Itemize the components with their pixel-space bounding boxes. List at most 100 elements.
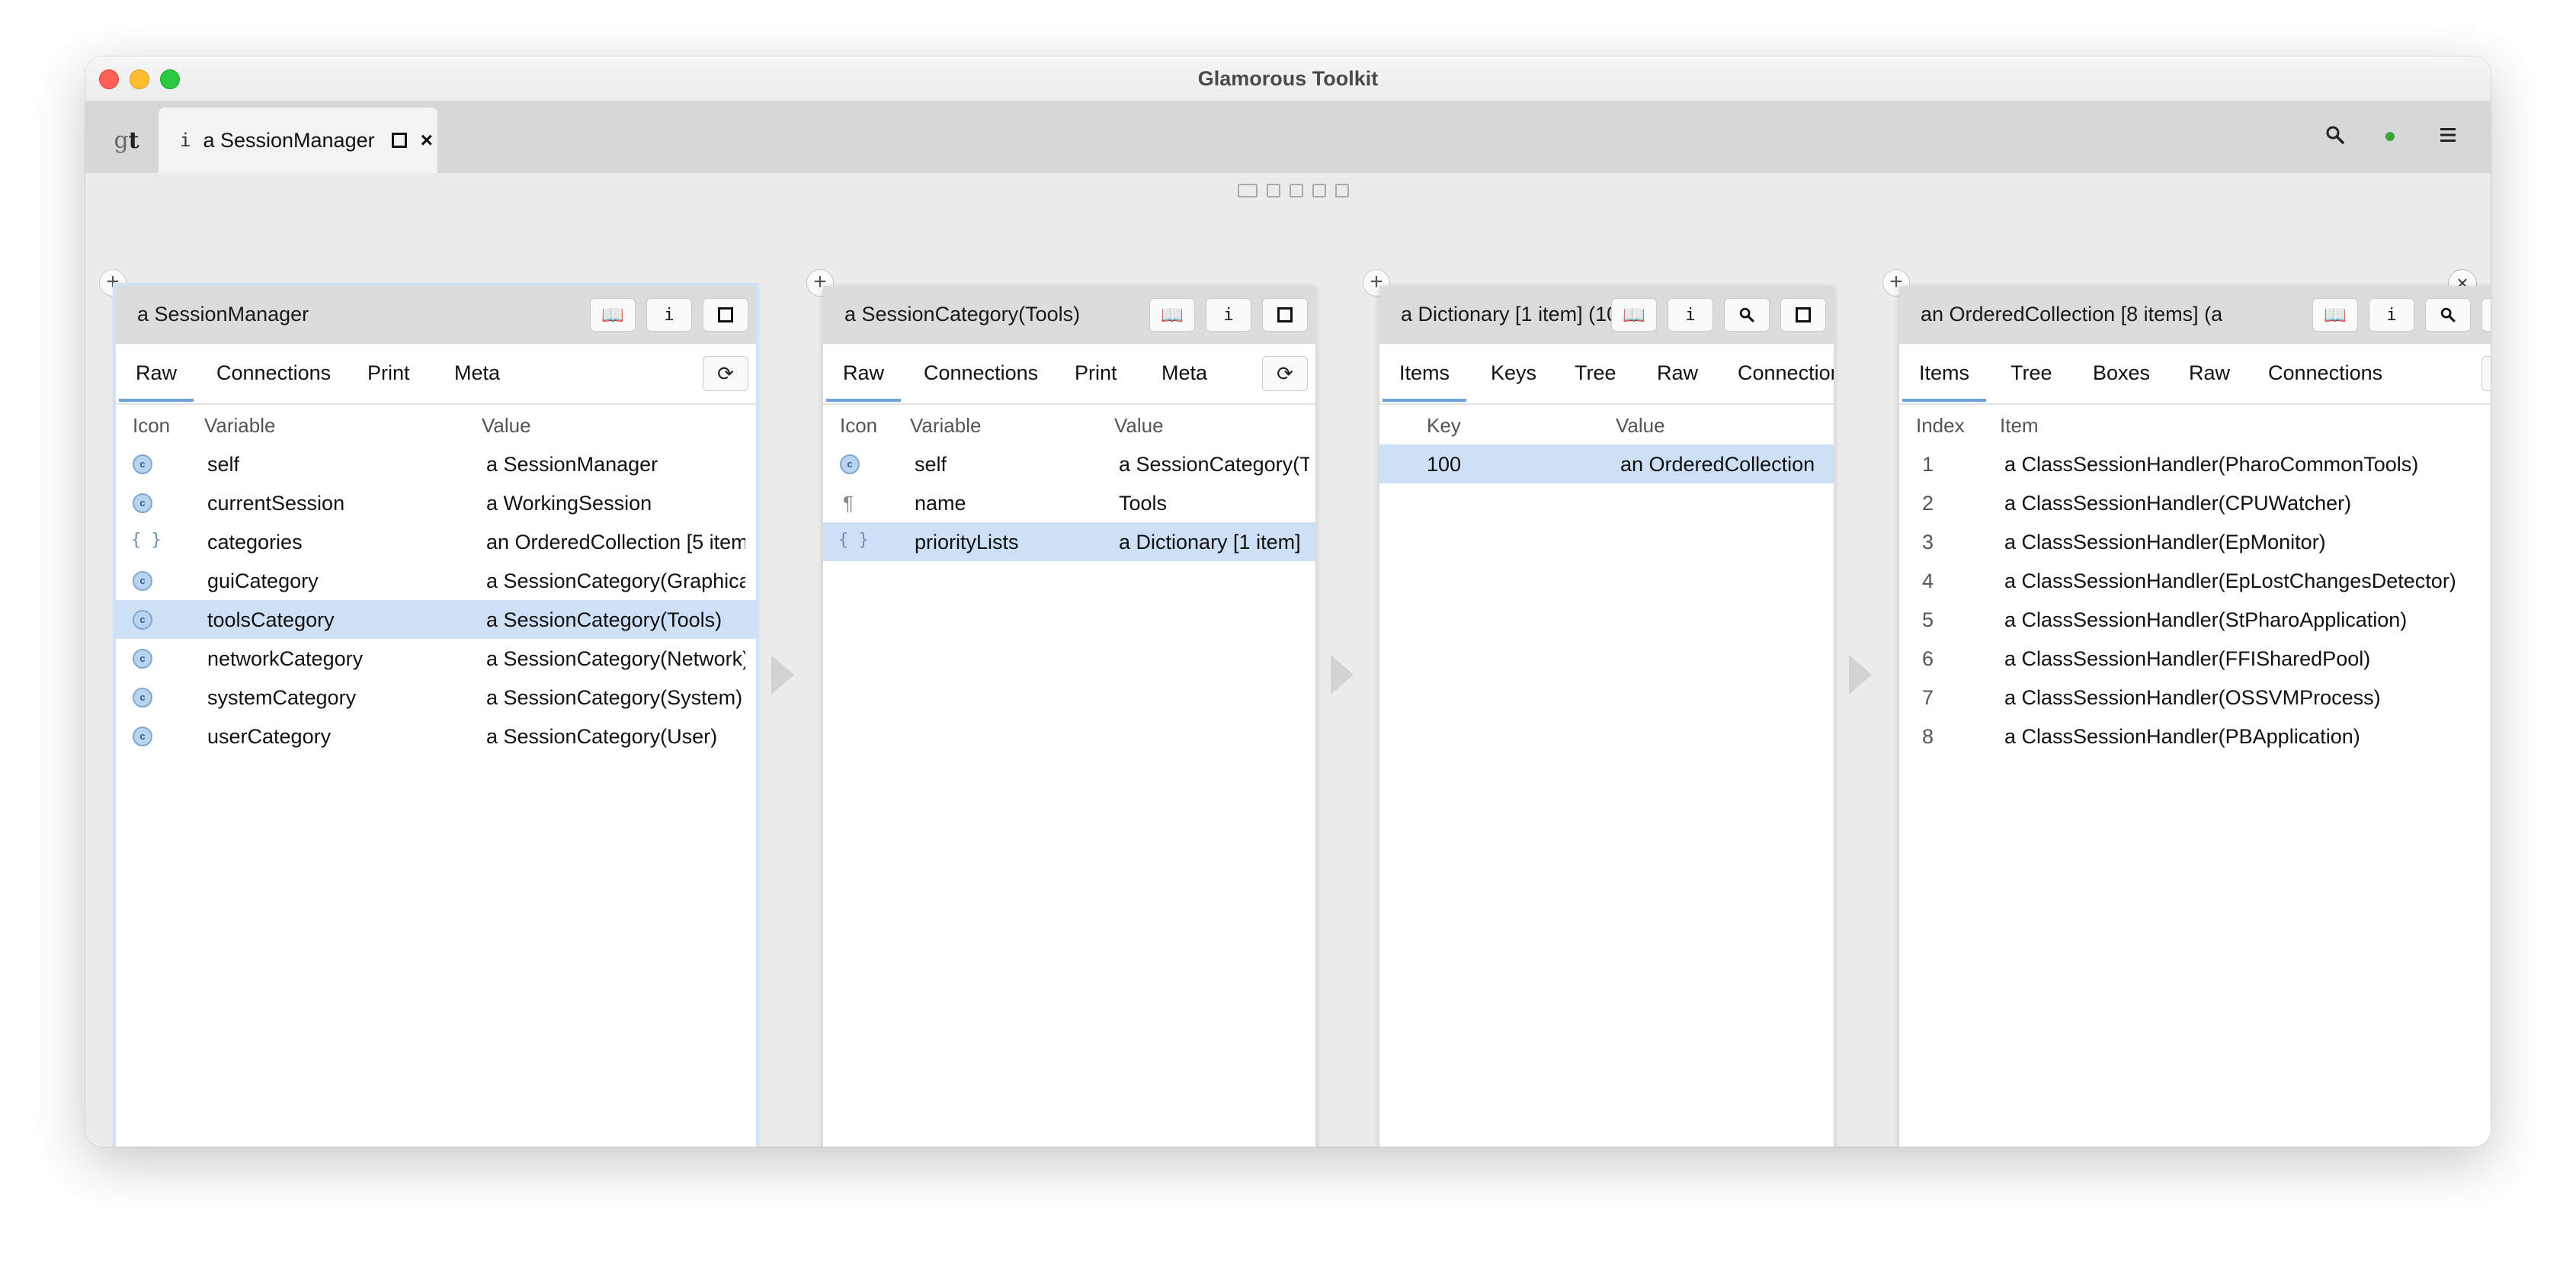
maximize-tab-icon[interactable] <box>391 133 407 148</box>
tab-raw[interactable]: Raw <box>825 344 902 402</box>
tab-raw[interactable]: Raw <box>1657 344 1698 402</box>
tab-tree[interactable]: Tree <box>2010 344 2052 402</box>
table-row[interactable]: 6 a ClassSessionHandler(FFISharedPool) <box>1899 639 2491 678</box>
table-row[interactable]: c currentSession a WorkingSession <box>116 483 756 522</box>
maximize-icon[interactable] <box>1780 298 1826 332</box>
column-headers: Key Value <box>1379 408 1834 441</box>
tab-raw[interactable]: Raw <box>2189 344 2230 402</box>
table-row[interactable]: 3 a ClassSessionHandler(EpMonitor) <box>1899 522 2491 561</box>
pager-page[interactable] <box>1267 184 1280 197</box>
refresh-icon[interactable]: ⟳ <box>1262 356 1308 391</box>
variable-name: name <box>915 492 966 515</box>
table-row[interactable]: c guiCategory a SessionCategory(Graphical <box>116 561 756 600</box>
tab-connections[interactable]: Connections <box>924 344 1038 402</box>
class-icon: c <box>133 688 152 708</box>
table-row-selected[interactable]: { } priorityLists a Dictionary [1 item] <box>823 522 1315 561</box>
refresh-icon[interactable]: ⟳ <box>2481 356 2491 391</box>
table-row[interactable]: 2 a ClassSessionHandler(CPUWatcher) <box>1899 483 2491 522</box>
table-row[interactable]: 4 a ClassSessionHandler(EpLostChangesDete… <box>1899 561 2491 600</box>
table-row[interactable]: 1 a ClassSessionHandler(PharoCommonTools) <box>1899 444 2491 483</box>
info-icon[interactable]: i <box>646 298 692 332</box>
variable-name: guiCategory <box>207 570 319 592</box>
table-row-selected[interactable]: 100 an OrderedCollection <box>1379 444 1834 483</box>
item-index: 3 <box>1922 531 1934 553</box>
table-row-selected[interactable]: c toolsCategory a SessionCategory(Tools) <box>116 600 756 639</box>
table-row[interactable]: c userCategory a SessionCategory(User) <box>116 717 756 756</box>
column-headers: Icon Variable Value <box>116 408 756 441</box>
tab-connections[interactable]: Connections <box>216 344 331 402</box>
tab-raw[interactable]: Raw <box>118 344 194 402</box>
maximize-icon[interactable] <box>703 298 748 332</box>
item-index: 6 <box>1922 647 1934 670</box>
maximize-icon[interactable] <box>2481 298 2491 332</box>
book-icon[interactable]: 📖 <box>2312 298 2358 332</box>
info-icon[interactable]: i <box>2369 298 2414 332</box>
tab-keys[interactable]: Keys <box>1491 344 1536 402</box>
column-variable: Variable <box>910 414 982 437</box>
collection-icon: { } <box>131 531 162 550</box>
item-value: an OrderedCollection <box>1620 453 1815 476</box>
book-icon[interactable]: 📖 <box>1149 298 1195 332</box>
gt-home-tab[interactable]: gt <box>98 107 155 173</box>
tab-meta[interactable]: Meta <box>454 344 500 402</box>
tab-session-manager[interactable]: i a SessionManager × <box>159 107 437 173</box>
tab-connections[interactable]: Connection <box>1738 344 1834 402</box>
search-icon[interactable] <box>2425 298 2471 332</box>
gt-logo-t: t <box>128 127 139 154</box>
title-bar: Glamorous Toolkit <box>85 56 2491 101</box>
table-row[interactable]: c systemCategory a SessionCategory(System) <box>116 678 756 717</box>
pane-pager[interactable] <box>1238 184 1349 197</box>
pane-arrow-icon <box>1331 655 1354 695</box>
table-row[interactable]: { } categories an OrderedCollection [5 ite… <box>116 522 756 561</box>
refresh-icon[interactable]: ⟳ <box>703 356 748 391</box>
menu-icon[interactable] <box>2439 126 2457 144</box>
close-tab-icon[interactable]: × <box>421 128 433 152</box>
info-icon[interactable]: i <box>1206 298 1251 332</box>
item-index: 5 <box>1922 608 1934 631</box>
tab-print[interactable]: Print <box>367 344 410 402</box>
pane-arrow-icon <box>771 655 794 695</box>
gt-logo-g: g <box>114 127 129 154</box>
tab-connections[interactable]: Connections <box>2268 344 2382 402</box>
column-icon: Icon <box>133 414 171 437</box>
class-icon: c <box>840 454 860 474</box>
table-row[interactable]: c networkCategory a SessionCategory(Networ… <box>116 639 756 678</box>
search-icon[interactable] <box>1724 298 1770 332</box>
variable-value: a SessionCategory(User) <box>486 725 718 748</box>
class-icon: c <box>133 727 152 746</box>
item-index: 7 <box>1922 686 1934 709</box>
class-icon: c <box>133 610 152 630</box>
tab-meta[interactable]: Meta <box>1161 344 1207 402</box>
tab-items[interactable]: Items <box>1902 344 1987 402</box>
book-icon[interactable]: 📖 <box>590 298 636 332</box>
pager-page[interactable] <box>1290 184 1303 197</box>
table-row[interactable]: 8 a ClassSessionHandler(PBApplication) <box>1899 717 2491 756</box>
table-row[interactable]: 7 a ClassSessionHandler(OSSVMProcess) <box>1899 678 2491 717</box>
maximize-icon[interactable] <box>1262 298 1308 332</box>
tab-print[interactable]: Print <box>1075 344 1117 402</box>
pager-page[interactable] <box>1312 184 1326 197</box>
column-value: Value <box>1114 414 1164 437</box>
table-row[interactable]: c self a SessionManager <box>116 444 756 483</box>
table-row[interactable]: c self a SessionCategory(T <box>823 444 1315 483</box>
pager-page[interactable] <box>1335 184 1349 197</box>
item-value: a ClassSessionHandler(StPharoApplication… <box>2004 608 2408 631</box>
column-item: Item <box>2000 414 2039 437</box>
search-icon[interactable] <box>2324 124 2346 146</box>
pager-page[interactable] <box>1238 184 1258 197</box>
info-icon[interactable]: i <box>1668 298 1713 332</box>
variable-value: an OrderedCollection [5 item <box>486 531 745 553</box>
variable-value: a SessionCategory(System) <box>486 686 743 709</box>
tab-boxes[interactable]: Boxes <box>2093 344 2150 402</box>
tab-tree[interactable]: Tree <box>1575 344 1616 402</box>
variable-value: a SessionCategory(Network) <box>486 647 745 670</box>
book-icon[interactable]: 📖 <box>1611 298 1657 332</box>
string-icon: ¶ <box>843 492 854 515</box>
table-row[interactable]: 5 a ClassSessionHandler(StPharoApplicatio… <box>1899 600 2491 639</box>
variable-name: categories <box>207 531 303 553</box>
pane-title: a SessionCategory(Tools) <box>844 303 1081 326</box>
tab-items[interactable]: Items <box>1382 344 1467 402</box>
variable-value: a SessionManager <box>486 453 658 476</box>
tab-label: a SessionManager <box>203 128 375 152</box>
table-row[interactable]: ¶ name Tools <box>823 483 1315 522</box>
